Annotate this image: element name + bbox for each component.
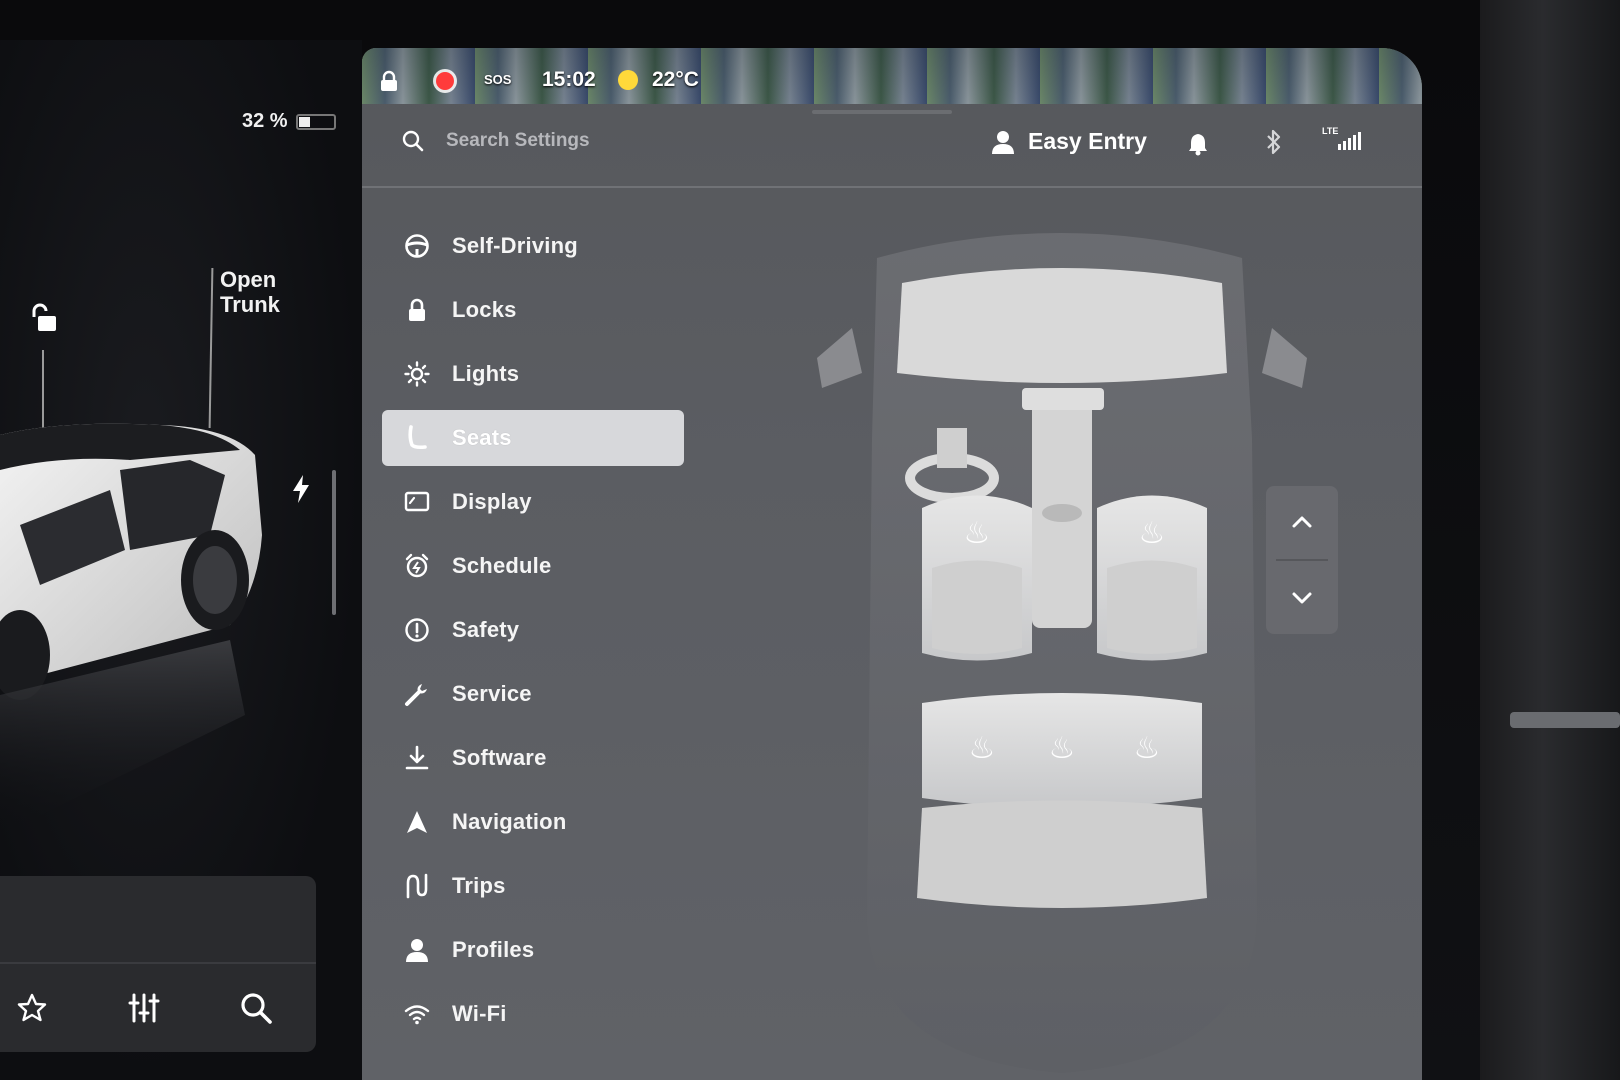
wrench-icon xyxy=(404,681,430,707)
menu-item-seats[interactable]: Seats xyxy=(382,410,684,466)
seat-heater-icon: ♨ xyxy=(969,731,996,766)
menu-label: Profiles xyxy=(452,937,535,962)
car-panel-divider[interactable] xyxy=(332,470,336,615)
unlock-icon[interactable] xyxy=(28,302,60,334)
alarm-clock-icon xyxy=(404,553,430,579)
sos-indicator[interactable]: SOS xyxy=(484,72,511,87)
lte-label: LTE xyxy=(1322,126,1339,136)
menu-label: Display xyxy=(452,489,532,514)
menu-item-trips[interactable]: Trips xyxy=(382,854,684,918)
open-trunk-button[interactable]: Open Trunk xyxy=(220,267,280,317)
bell-icon[interactable] xyxy=(1188,132,1208,156)
menu-item-safety[interactable]: Safety xyxy=(382,598,684,662)
right-mirror xyxy=(1262,328,1307,388)
sun-icon xyxy=(404,361,430,387)
seat-heater-icon: ♨ xyxy=(1134,731,1161,766)
menu-label: Locks xyxy=(452,297,517,322)
battery-icon xyxy=(295,113,336,130)
menu-label: Lights xyxy=(452,361,520,386)
menu-label: Navigation xyxy=(452,809,567,834)
seat-rear-center[interactable]: ♨ xyxy=(1049,731,1076,766)
search-icon[interactable] xyxy=(236,988,276,1028)
menu-label: Trips xyxy=(452,873,506,898)
pull-handle[interactable] xyxy=(812,110,952,114)
menu-label: Service xyxy=(452,681,532,706)
dashboard-background xyxy=(1480,0,1620,1080)
menu-label: Software xyxy=(452,745,547,770)
menu-label: Safety xyxy=(452,617,520,642)
menu-label: Self-Driving xyxy=(452,233,578,258)
settings-menu: Self-Driving Locks Lights Seats Display … xyxy=(382,214,684,1046)
trunk-label-line1: Open xyxy=(220,267,277,292)
menu-label: Wi-Fi xyxy=(452,1001,507,1026)
seat-driver[interactable]: ♨ xyxy=(922,495,1032,661)
cabin-seat-diagram: ♨ ♨ ♨ ♨ ♨ xyxy=(817,233,1307,1073)
status-bar: SOS 15:02 22°C xyxy=(362,48,1422,104)
sun-weather-icon xyxy=(618,70,638,90)
settings-search[interactable]: Search Settings xyxy=(402,130,590,152)
trunk-label-line2: Trunk xyxy=(220,292,280,317)
menu-item-lights[interactable]: Lights xyxy=(382,342,684,406)
battery-percent: 32 % xyxy=(242,110,288,132)
menu-item-self-driving[interactable]: Self-Driving xyxy=(382,214,684,278)
driver-profile-button[interactable]: Easy Entry xyxy=(992,128,1147,155)
seat-heater-icon: ♨ xyxy=(1049,731,1076,766)
settings-screen: SOS 15:02 22°C Search Settings Easy Entr… xyxy=(362,48,1422,1080)
menu-item-schedule[interactable]: Schedule xyxy=(382,534,684,598)
seat-rear-left[interactable]: ♨ xyxy=(969,731,996,766)
steering-column xyxy=(937,428,967,468)
profile-name: Easy Entry xyxy=(1028,128,1147,154)
navigation-arrow-icon xyxy=(404,809,430,835)
sliders-icon[interactable] xyxy=(124,988,164,1028)
menu-item-display[interactable]: Display xyxy=(382,470,684,534)
lock-status-icon xyxy=(381,70,397,91)
car-3d-model[interactable] xyxy=(0,415,300,855)
search-icon xyxy=(402,130,424,152)
search-input[interactable]: Search Settings xyxy=(446,130,590,152)
lte-signal-icon: LTE xyxy=(1322,126,1362,159)
star-icon[interactable] xyxy=(12,988,52,1028)
wifi-icon xyxy=(404,1001,430,1027)
seat-heater-icon: ♨ xyxy=(964,516,991,551)
menu-item-navigation[interactable]: Navigation xyxy=(382,790,684,854)
seat-position-controls xyxy=(1266,486,1338,634)
seat-rear-right[interactable]: ♨ xyxy=(1134,731,1161,766)
seat-passenger[interactable]: ♨ xyxy=(1097,495,1207,661)
menu-item-locks[interactable]: Locks xyxy=(382,278,684,342)
menu-item-wifi[interactable]: Wi-Fi xyxy=(382,982,684,1046)
menu-item-profiles[interactable]: Profiles xyxy=(382,918,684,982)
menu-label: Schedule xyxy=(452,553,552,578)
menu-label: Seats xyxy=(452,425,512,450)
seat-heater-icon: ♨ xyxy=(1139,516,1166,551)
lock-icon xyxy=(404,297,430,323)
dashboard xyxy=(897,268,1227,383)
left-mirror xyxy=(817,328,862,388)
person-icon xyxy=(404,937,430,963)
menu-item-service[interactable]: Service xyxy=(382,662,684,726)
menu-item-software[interactable]: Software xyxy=(382,726,684,790)
chevron-up-icon[interactable] xyxy=(1266,486,1338,558)
battery-indicator: 32 % xyxy=(242,110,336,133)
display-icon xyxy=(404,489,430,515)
person-icon xyxy=(992,130,1014,154)
bluetooth-icon[interactable] xyxy=(1264,128,1284,156)
clock-time: 15:02 xyxy=(542,68,596,91)
app-dock xyxy=(0,876,316,1052)
steering-wheel-icon xyxy=(404,233,430,259)
chevron-down-icon[interactable] xyxy=(1266,562,1338,634)
outside-temperature: 22°C xyxy=(652,68,699,91)
trips-icon xyxy=(404,873,430,899)
dashcam-record-icon[interactable] xyxy=(436,72,454,90)
seat-icon xyxy=(404,425,430,451)
alert-circle-icon xyxy=(404,617,430,643)
header-divider xyxy=(362,186,1422,188)
download-icon xyxy=(404,745,430,771)
rear-bench xyxy=(917,693,1207,908)
